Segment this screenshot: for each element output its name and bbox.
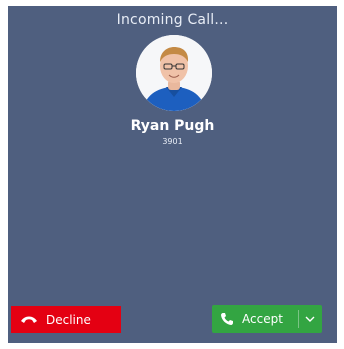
caller-avatar [136,35,212,111]
decline-button[interactable]: Decline [11,306,121,333]
accept-divider [298,310,299,328]
accept-label: Accept [242,312,283,326]
decline-label: Decline [46,312,91,327]
caller-extension: 3901 [162,137,183,146]
call-status-title: Incoming Call... [116,12,229,28]
phone-icon [220,312,234,326]
incoming-call-panel: Incoming Call... Ryan Pugh 3901 [8,6,337,343]
caller-name: Ryan Pugh [130,118,215,134]
caller-photo [136,35,212,111]
accept-button[interactable]: Accept [212,305,322,333]
phone-hangup-icon [20,314,38,326]
chevron-down-icon[interactable] [303,311,317,327]
